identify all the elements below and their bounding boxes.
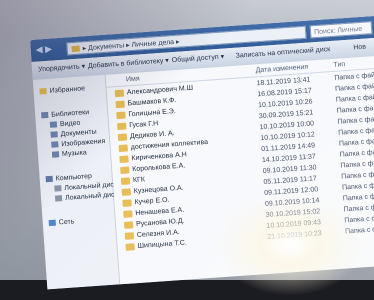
folder-icon xyxy=(125,243,135,251)
back-forward-icon[interactable]: ◀ ▶ xyxy=(35,43,66,57)
folder-icon xyxy=(119,155,129,164)
music-icon xyxy=(51,151,60,158)
file-type: Папка с файлами xyxy=(342,191,374,203)
folder-icon xyxy=(124,232,135,240)
computer-icon xyxy=(45,175,53,183)
folder-icon xyxy=(116,111,126,120)
folder-icon xyxy=(117,133,128,142)
video-icon xyxy=(49,121,58,128)
folder-icon xyxy=(71,45,80,53)
sidebar-item-libraries[interactable]: Библиотеки xyxy=(41,108,89,120)
folder-icon xyxy=(120,177,131,185)
folder-icon xyxy=(118,144,129,153)
folder-icon xyxy=(122,199,132,207)
search-input[interactable]: Поиск: Личные дела xyxy=(309,21,373,49)
star-icon xyxy=(39,88,47,95)
sidebar-item-music[interactable]: Музыка xyxy=(51,148,87,159)
file-name: Шипицына Т.С. xyxy=(137,239,188,250)
file-type: Папка с файлами xyxy=(344,213,374,225)
folder-icon xyxy=(123,221,134,229)
pictures-icon xyxy=(51,141,59,148)
drive-icon xyxy=(54,185,62,192)
breadcrumb-path: ▸ Документы ▸ Личные дела ▸ xyxy=(82,38,180,53)
new-folder-button[interactable]: Нов xyxy=(353,43,366,54)
file-type: Папка с файлами xyxy=(343,202,374,214)
add-to-library-button[interactable]: Добавить в библиотеку ▾ xyxy=(88,56,170,72)
folder-icon xyxy=(114,89,125,98)
monitor-brand-logo xyxy=(6,4,36,16)
column-header-name[interactable]: Имя xyxy=(126,74,140,84)
drive-icon xyxy=(54,195,63,202)
explorer-window: ◀ ▶ ▸ Документы ▸ Личные дела ▸ Поиск: Л… xyxy=(30,15,374,290)
documents-icon xyxy=(50,131,58,138)
column-header-type[interactable]: Тип xyxy=(333,60,345,70)
column-header-date[interactable]: Дата изменения xyxy=(255,63,308,76)
sidebar-item-network[interactable]: Сеть xyxy=(48,217,75,228)
network-icon xyxy=(48,219,57,227)
file-date: 21.10.2019 10:23 xyxy=(267,230,322,241)
folder-icon xyxy=(123,210,133,218)
folder-icon xyxy=(115,100,125,109)
folder-icon xyxy=(121,188,132,196)
sidebar-item-favorites[interactable]: Избранное xyxy=(39,84,85,96)
folder-icon xyxy=(117,122,127,131)
file-type: Папка с файлами xyxy=(344,224,374,236)
share-button[interactable]: Общий доступ ▾ xyxy=(171,53,225,67)
library-icon xyxy=(41,112,49,119)
folder-icon xyxy=(120,166,130,175)
file-list: Имя Дата изменения Тип Александрович М.Ш… xyxy=(105,55,374,285)
organize-button[interactable]: Упорядочить ▾ xyxy=(38,62,86,75)
file-name: КГК xyxy=(132,176,146,185)
file-type: Папка с файлами xyxy=(341,180,374,192)
